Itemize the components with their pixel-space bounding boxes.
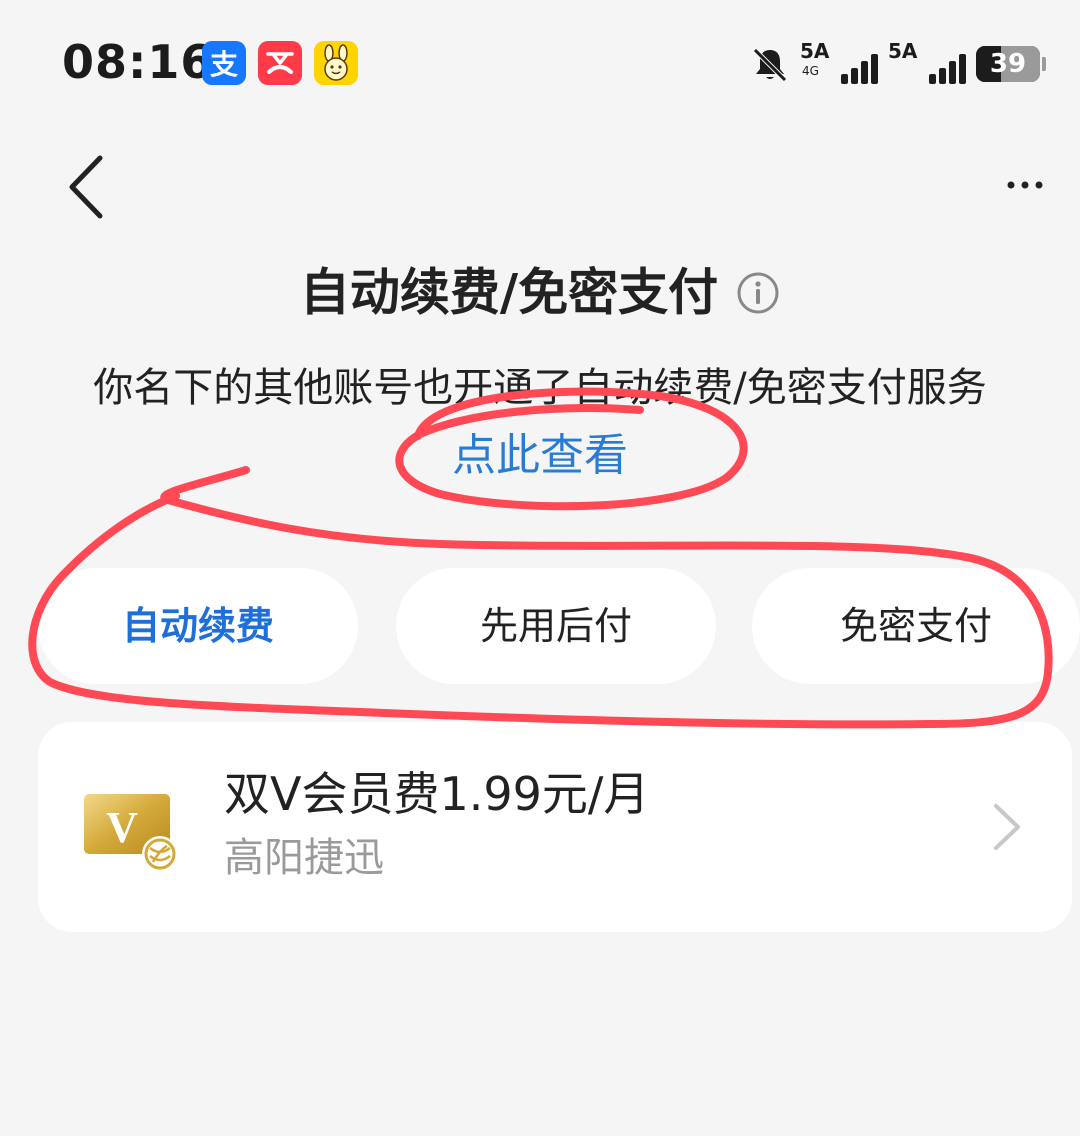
signal-bar: [871, 54, 878, 84]
signal-icon: 5A 4G: [800, 39, 878, 86]
mascot-icon: [314, 41, 358, 85]
vip-card-icon: V: [84, 794, 178, 872]
chevron-left-icon: [69, 155, 103, 219]
bell-muted-icon: [753, 48, 787, 82]
more-button[interactable]: [1000, 160, 1050, 210]
vip-card-glyph: V: [106, 803, 138, 852]
tab-pay-later[interactable]: 先用后付: [396, 568, 716, 684]
subscription-item[interactable]: V 双V会员费1.99元/月 高阳捷迅: [38, 722, 1072, 932]
item-subtitle: 高阳捷迅: [224, 835, 384, 881]
signal-bar: [929, 74, 936, 84]
mascot-face-icon: [324, 44, 348, 81]
signal-bar: [959, 54, 966, 84]
alipay-icon: 支: [202, 41, 246, 85]
more-icon: [1007, 181, 1043, 189]
signal-network-label-2: 5A: [888, 39, 918, 63]
battery-body: 39: [976, 46, 1040, 82]
alipay-icon-glyph: 支: [209, 48, 238, 81]
service-tabs: 自动续费 先用后付 免密支付: [38, 568, 1080, 684]
item-title: 双V会员费1.99元/月: [224, 767, 650, 821]
battery-cap: [1042, 57, 1046, 71]
notice-text: 你名下的其他账号也开通了自动续费/免密支付服务: [93, 365, 987, 411]
phone-hangup-icon: [266, 52, 294, 74]
tab-auto-renew[interactable]: 自动续费: [38, 568, 358, 684]
signal-bar: [949, 61, 956, 84]
signal-bars: [838, 54, 878, 84]
info-icon[interactable]: [736, 271, 780, 315]
page-title: 自动续费/免密支付: [0, 254, 1080, 328]
signal-bar: [851, 68, 858, 84]
signal-bars-2: [926, 54, 966, 84]
signal-icon-2: 5A: [888, 39, 966, 86]
chevron-right-icon: [994, 804, 1020, 850]
signal-network-label: 5A: [800, 39, 830, 63]
status-time: 08:16: [62, 35, 214, 89]
back-button[interactable]: [56, 150, 120, 224]
view-other-accounts-link[interactable]: 点此查看: [0, 424, 1080, 488]
signal-bar: [841, 74, 848, 84]
status-bar: 08:16 支 5A 4G 5A 39: [0, 0, 1080, 120]
signal-sub-label: 4G: [802, 64, 819, 78]
battery-level: 39: [989, 49, 1027, 79]
signal-bar: [939, 68, 946, 84]
status-right: 5A 4G 5A 39: [750, 40, 1046, 88]
signal-bar: [861, 61, 868, 84]
battery-icon: 39: [976, 45, 1046, 83]
tab-password-free-pay[interactable]: 免密支付: [752, 568, 1080, 684]
phone-icon: [258, 41, 302, 85]
page-title-text: 自动续费/免密支付: [299, 263, 719, 322]
